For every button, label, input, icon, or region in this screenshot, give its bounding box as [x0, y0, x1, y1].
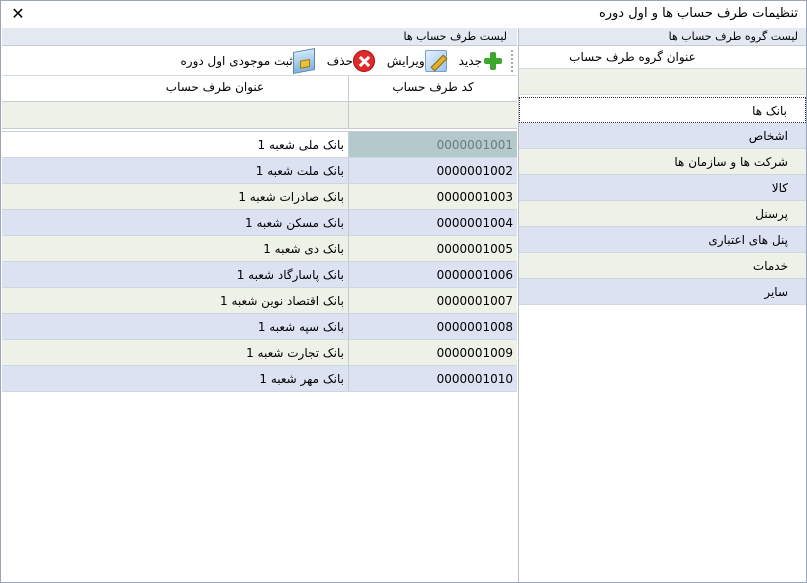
- window-title: تنظیمات طرف حساب ها و اول دوره: [598, 6, 798, 21]
- account-title-cell[interactable]: بانک سپه شعبه 1: [2, 314, 348, 339]
- stock-icon: [292, 47, 315, 74]
- accounts-grid-header: کد طرف حساب عنوان طرف حساب: [2, 76, 517, 102]
- table-row[interactable]: 0000001003 بانک صادرات شعبه 1: [2, 184, 517, 210]
- table-row[interactable]: 0000001005 بانک دی شعبه 1: [2, 236, 517, 262]
- accounts-grid-body: 0000001001 بانک ملی شعبه 1 0000001002 با…: [2, 132, 517, 392]
- account-code-cell[interactable]: 0000001007: [348, 288, 517, 313]
- toolbar-grip[interactable]: [510, 49, 513, 72]
- group-item[interactable]: بانک ها: [519, 97, 806, 123]
- edit-button-label: ویرایش: [386, 53, 425, 68]
- table-row[interactable]: 0000001010 بانک مهر شعبه 1: [2, 366, 517, 392]
- edit-icon: [424, 49, 447, 72]
- groups-panel: لیست گروه طرف حساب ها عنوان گروه طرف حسا…: [518, 28, 806, 582]
- table-row[interactable]: 0000001009 بانک تجارت شعبه 1: [2, 340, 517, 366]
- account-title-cell[interactable]: بانک ملی شعبه 1: [2, 132, 348, 157]
- group-title-column-header[interactable]: عنوان گروه طرف حساب: [519, 46, 806, 68]
- new-button-label: جدید: [458, 53, 482, 68]
- account-title-cell[interactable]: بانک تجارت شعبه 1: [2, 340, 348, 365]
- group-item[interactable]: پنل های اعتباری: [519, 227, 806, 253]
- account-title-cell[interactable]: بانک دی شعبه 1: [2, 236, 348, 261]
- account-title-cell[interactable]: بانک مهر شعبه 1: [2, 366, 348, 391]
- account-code-cell[interactable]: 0000001010: [348, 366, 517, 391]
- account-code-cell[interactable]: 0000001002: [348, 158, 517, 183]
- group-item[interactable]: اشخاص: [519, 123, 806, 149]
- account-title-cell[interactable]: بانک مسکن شعبه 1: [2, 210, 348, 235]
- delete-button-label: حذف: [326, 53, 353, 68]
- account-title-cell[interactable]: بانک اقتصاد نوین شعبه 1: [2, 288, 348, 313]
- group-list: بانک ها اشخاص شرکت ها و سازمان ها کالا پ…: [519, 97, 806, 305]
- delete-button[interactable]: حذف: [323, 48, 375, 74]
- code-column-header[interactable]: کد طرف حساب: [348, 76, 517, 101]
- accounts-filter-row: [2, 102, 517, 129]
- title-column-header[interactable]: عنوان طرف حساب: [2, 76, 348, 101]
- delete-icon: [352, 49, 375, 72]
- account-code-cell[interactable]: 0000001008: [348, 314, 517, 339]
- group-filter-row[interactable]: [519, 68, 806, 95]
- table-row[interactable]: 0000001006 بانک پاسارگاد شعبه 1: [2, 262, 517, 288]
- opening-stock-button[interactable]: ثبت موجودی اول دوره: [177, 47, 315, 74]
- account-code-cell[interactable]: 0000001004: [348, 210, 517, 235]
- group-item[interactable]: سایر: [519, 279, 806, 305]
- account-title-cell[interactable]: بانک پاسارگاد شعبه 1: [2, 262, 348, 287]
- table-row[interactable]: 0000001001 بانک ملی شعبه 1: [2, 132, 517, 158]
- account-code-cell[interactable]: 0000001003: [348, 184, 517, 209]
- code-filter-cell[interactable]: [348, 102, 517, 128]
- group-item[interactable]: پرسنل: [519, 201, 806, 227]
- title-bar: تنظیمات طرف حساب ها و اول دوره ✕: [1, 1, 806, 27]
- group-item[interactable]: کالا: [519, 175, 806, 201]
- account-code-cell[interactable]: 0000001009: [348, 340, 517, 365]
- table-row[interactable]: 0000001004 بانک مسکن شعبه 1: [2, 210, 517, 236]
- table-row[interactable]: 0000001008 بانک سپه شعبه 1: [2, 314, 517, 340]
- account-code-cell[interactable]: 0000001006: [348, 262, 517, 287]
- close-icon[interactable]: ✕: [7, 3, 29, 25]
- groups-panel-header: لیست گروه طرف حساب ها: [519, 28, 806, 46]
- account-code-cell[interactable]: 0000001001: [348, 132, 517, 157]
- accounts-panel: لیست طرف حساب ها جدید ویرایش حذف ثبت موج…: [2, 28, 517, 582]
- group-item[interactable]: شرکت ها و سازمان ها: [519, 149, 806, 175]
- account-title-cell[interactable]: بانک صادرات شعبه 1: [2, 184, 348, 209]
- accounts-panel-header: لیست طرف حساب ها: [2, 28, 517, 46]
- edit-button[interactable]: ویرایش: [383, 48, 447, 74]
- table-row[interactable]: 0000001007 بانک اقتصاد نوین شعبه 1: [2, 288, 517, 314]
- opening-stock-button-label: ثبت موجودی اول دوره: [180, 53, 293, 68]
- accounts-toolbar: جدید ویرایش حذف ثبت موجودی اول دوره: [2, 46, 517, 76]
- table-row[interactable]: 0000001002 بانک ملت شعبه 1: [2, 158, 517, 184]
- settings-window: تنظیمات طرف حساب ها و اول دوره ✕ لیست گر…: [0, 0, 807, 583]
- plus-icon: [482, 50, 504, 72]
- group-item[interactable]: خدمات: [519, 253, 806, 279]
- account-code-cell[interactable]: 0000001005: [348, 236, 517, 261]
- new-button[interactable]: جدید: [455, 48, 504, 74]
- title-filter-cell[interactable]: [2, 102, 348, 128]
- account-title-cell[interactable]: بانک ملت شعبه 1: [2, 158, 348, 183]
